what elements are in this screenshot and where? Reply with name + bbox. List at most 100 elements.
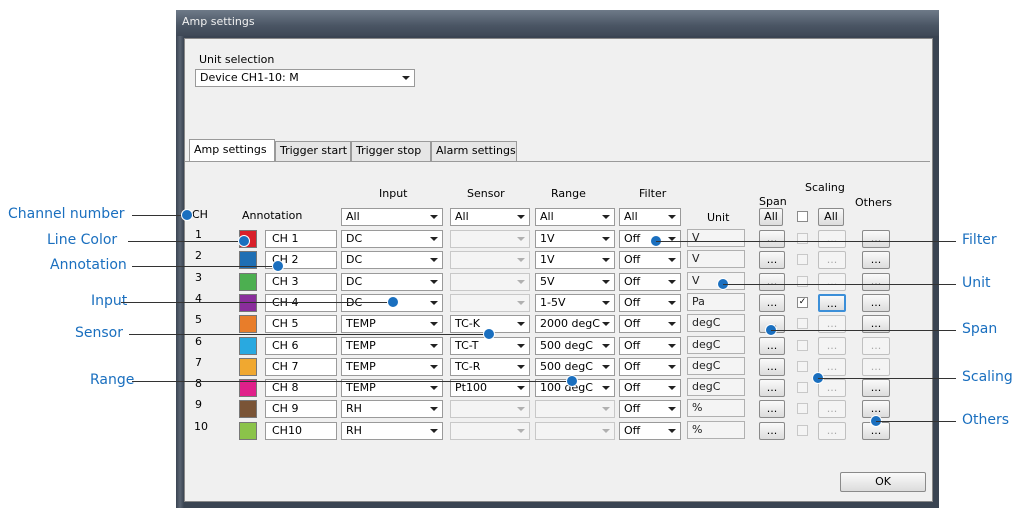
span-button[interactable]: ... [759, 230, 785, 248]
span-button[interactable]: ... [759, 422, 785, 440]
all-range-dropdown[interactable]: All [535, 208, 615, 226]
annotation-field[interactable]: CH10 [265, 422, 337, 440]
chevron-down-icon [602, 322, 610, 326]
annotation-field[interactable]: CH 4 [265, 294, 337, 312]
annotation-field[interactable]: CH 6 [265, 337, 337, 355]
all-input-dropdown[interactable]: All [341, 208, 443, 226]
filter-dropdown[interactable]: Off [619, 273, 681, 291]
input-dropdown[interactable]: TEMP [341, 358, 443, 376]
range-dropdown[interactable]: 500 degC [535, 358, 615, 376]
range-dropdown[interactable]: 1V [535, 251, 615, 269]
input-dropdown[interactable]: DC [341, 251, 443, 269]
range-dropdown[interactable]: 5V [535, 273, 615, 291]
span-button[interactable]: ... [759, 358, 785, 376]
unit-selection-label: Unit selection [199, 53, 275, 66]
filter-dropdown[interactable]: Off [619, 422, 681, 440]
others-button[interactable]: ... [862, 294, 890, 312]
input-dropdown[interactable]: RH [341, 400, 443, 418]
scaling-all-button[interactable]: All [818, 208, 844, 226]
annotation-field[interactable]: CH 3 [265, 273, 337, 291]
all-filter-dropdown[interactable]: All [619, 208, 681, 226]
unit-selection-dropdown[interactable]: Device CH1-10: M [195, 69, 415, 87]
others-button[interactable]: ... [862, 251, 890, 269]
chevron-down-icon [430, 365, 438, 369]
line-color-swatch[interactable] [239, 422, 257, 440]
scaling-button: ... [818, 337, 846, 355]
range-dropdown[interactable]: 1V [535, 230, 615, 248]
line-color-swatch[interactable] [239, 337, 257, 355]
callout-line [771, 330, 956, 331]
line-color-swatch[interactable] [239, 400, 257, 418]
annotation-field[interactable]: CH 9 [265, 400, 337, 418]
range-dropdown[interactable]: 1-5V [535, 294, 615, 312]
sensor-dropdown [450, 422, 530, 440]
span-all-button[interactable]: All [759, 208, 783, 226]
chevron-down-icon [430, 344, 438, 348]
range-dropdown[interactable]: 2000 degC [535, 315, 615, 333]
tab-alarm-settings[interactable]: Alarm settings [431, 141, 517, 161]
filter-dropdown-value: Off [624, 381, 641, 394]
callout-line [818, 378, 956, 379]
filter-dropdown[interactable]: Off [619, 358, 681, 376]
others-button: ... [862, 337, 890, 355]
annotation-field[interactable]: CH 1 [265, 230, 337, 248]
chevron-down-icon [517, 322, 525, 326]
filter-dropdown-value: Off [624, 360, 641, 373]
scaling-button: ... [818, 230, 846, 248]
annotation-field[interactable]: CH 7 [265, 358, 337, 376]
line-color-swatch[interactable] [239, 315, 257, 333]
callout-dot [566, 375, 578, 387]
callout-line [121, 302, 393, 303]
span-button[interactable]: ... [759, 400, 785, 418]
filter-dropdown[interactable]: Off [619, 315, 681, 333]
filter-dropdown[interactable]: Off [619, 400, 681, 418]
amp-settings-window: Amp settings Unit selection Device CH1-1… [176, 10, 939, 508]
filter-dropdown[interactable]: Off [619, 337, 681, 355]
input-dropdown[interactable]: TEMP [341, 315, 443, 333]
chevron-down-icon [517, 258, 525, 262]
scaling-button: ... [818, 251, 846, 269]
input-dropdown[interactable]: DC [341, 230, 443, 248]
filter-dropdown[interactable]: Off [619, 379, 681, 397]
span-button[interactable]: ... [759, 379, 785, 397]
tab-amp-settings[interactable]: Amp settings [189, 139, 275, 161]
title-bar[interactable]: Amp settings [176, 10, 939, 36]
input-dropdown-value: DC [346, 232, 363, 245]
callout-channel-number: Channel number [8, 206, 125, 222]
line-color-swatch[interactable] [239, 358, 257, 376]
scaling-checkbox[interactable]: ✓ [797, 297, 808, 308]
annotation-field[interactable]: CH 5 [265, 315, 337, 333]
filter-dropdown-value: Off [624, 424, 641, 437]
input-dropdown[interactable]: RH [341, 422, 443, 440]
filter-dropdown-value: Off [624, 253, 641, 266]
span-button[interactable]: ... [759, 273, 785, 291]
range-dropdown[interactable]: 500 degC [535, 337, 615, 355]
span-button[interactable]: ... [759, 337, 785, 355]
others-button[interactable]: ... [862, 273, 890, 291]
line-color-swatch[interactable] [239, 273, 257, 291]
scaling-button: ... [818, 273, 846, 291]
callout-line [128, 241, 244, 242]
sensor-dropdown[interactable]: TC-R [450, 358, 530, 376]
others-button[interactable]: ... [862, 230, 890, 248]
chevron-down-icon [517, 344, 525, 348]
chevron-down-icon [517, 280, 525, 284]
unit-field: V [687, 272, 745, 290]
scaling-all-checkbox[interactable] [797, 211, 808, 222]
filter-dropdown[interactable]: Off [619, 294, 681, 312]
tab-trigger-stop[interactable]: Trigger stop [351, 141, 431, 161]
scaling-button[interactable]: ... [818, 294, 846, 312]
unit-field: V [687, 229, 745, 247]
input-dropdown[interactable]: DC [341, 273, 443, 291]
span-button[interactable]: ... [759, 251, 785, 269]
callout-others: Others [962, 412, 1010, 428]
line-color-swatch[interactable] [239, 294, 257, 312]
input-dropdown[interactable]: TEMP [341, 337, 443, 355]
span-button[interactable]: ... [759, 294, 785, 312]
ok-button[interactable]: OK [840, 472, 926, 492]
range-dropdown-value: 500 degC [540, 339, 593, 352]
tab-trigger-start[interactable]: Trigger start [275, 141, 351, 161]
all-sensor-dropdown[interactable]: All [450, 208, 530, 226]
filter-dropdown[interactable]: Off [619, 251, 681, 269]
others-button[interactable]: ... [862, 379, 890, 397]
